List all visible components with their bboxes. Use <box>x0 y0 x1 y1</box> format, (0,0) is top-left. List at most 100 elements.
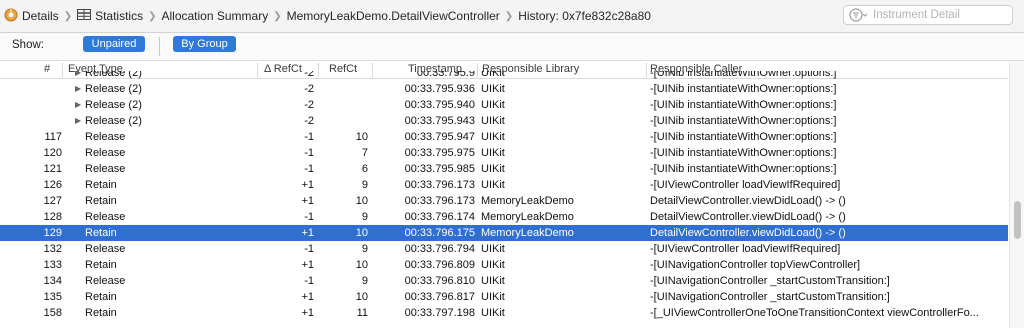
event-type-cell: Retain <box>85 227 117 239</box>
delta-refct-cell: -1 <box>304 243 314 255</box>
filter-icon[interactable] <box>849 8 867 22</box>
refct-cell: 10 <box>355 259 368 271</box>
delta-refct-cell: +1 <box>301 195 314 207</box>
responsible-caller-cell: -[UINib instantiateWithOwner:options:] <box>650 147 837 159</box>
table-grid-icon <box>77 9 92 23</box>
event-type-cell: Release <box>85 147 126 159</box>
responsible-library-cell: UIKit <box>481 259 505 271</box>
timestamp-cell: 00:33.795.975 <box>404 147 475 159</box>
refct-cell: 7 <box>361 147 368 159</box>
responsible-caller-cell: DetailViewController.viewDidLoad() -> () <box>650 195 846 207</box>
search-field[interactable] <box>843 5 1013 25</box>
responsible-caller-cell: -[_UIViewControllerOneToOneTransitionCon… <box>650 307 979 319</box>
table-row[interactable]: 120 Release -1 7 00:33.795.975 UIKit -[UINib i… <box>0 145 1008 161</box>
responsible-library-cell: UIKit <box>481 147 505 159</box>
by-group-button[interactable]: By Group <box>173 36 236 52</box>
breadcrumb-separator-icon: ❯ <box>504 10 514 22</box>
table-row[interactable]: ▶ Release (2) -2 00:33.795.943 UIKit -[UINib … <box>0 113 1008 129</box>
table-row[interactable]: ▶ Release (2) -2 00:33.795.9 UIKit -[UINib in… <box>0 71 1008 81</box>
delta-refct-cell: -1 <box>304 275 314 287</box>
vertical-scrollbar[interactable] <box>1009 61 1024 328</box>
scrollbar-thumb[interactable] <box>1014 201 1021 239</box>
table-row[interactable]: 134 Release -1 9 00:33.796.810 UIKit -[UINavig… <box>0 273 1008 289</box>
row-number-cell <box>0 71 62 81</box>
responsible-library-cell: UIKit <box>481 115 505 127</box>
responsible-library-cell: UIKit <box>481 179 505 191</box>
refct-cell <box>320 81 368 97</box>
disclosure-triangle-icon[interactable]: ▶ <box>75 71 81 81</box>
row-number-cell: 121 <box>43 163 62 175</box>
table-row[interactable]: 132 Release -1 9 00:33.796.794 UIKit -[UIViewC… <box>0 241 1008 257</box>
refct-cell: 10 <box>355 131 368 143</box>
table-row[interactable]: 133 Retain +1 10 00:33.796.809 UIKit -[UINavig… <box>0 257 1008 273</box>
timestamp-cell: 00:33.795.985 <box>404 163 475 175</box>
table-row-selected[interactable]: 129 Retain +1 10 00:33.796.175 MemoryLeakDemo… <box>0 225 1008 241</box>
responsible-library-cell: MemoryLeakDemo <box>481 227 574 239</box>
row-number-cell: 120 <box>43 147 62 159</box>
table-row[interactable]: 158 Retain +1 11 00:33.797.198 UIKit -[_UIView… <box>0 305 1008 321</box>
timestamp-cell: 00:33.797.198 <box>404 307 475 319</box>
event-type-cell: Release (2) <box>85 99 142 111</box>
table-row[interactable]: 121 Release -1 6 00:33.795.985 UIKit -[UINib i… <box>0 161 1008 177</box>
event-type-cell: Release <box>85 275 126 287</box>
event-type-cell: Release <box>85 243 126 255</box>
event-table[interactable]: ▶ Release (2) -2 00:33.795.9 UIKit -[UINib in… <box>0 71 1008 328</box>
table-row[interactable]: ▶ Release (2) -2 00:33.795.936 UIKit -[UINib … <box>0 81 1008 97</box>
breadcrumb-label: History: 0x7fe832c28a80 <box>518 9 651 23</box>
responsible-caller-cell: -[UINib instantiateWithOwner:options:] <box>650 131 837 143</box>
row-number-cell: 134 <box>43 275 62 287</box>
responsible-caller-cell: DetailViewController.viewDidLoad() -> () <box>650 211 846 223</box>
delta-refct-cell: +1 <box>301 179 314 191</box>
timestamp-cell: 00:33.796.174 <box>404 211 475 223</box>
row-number-cell: 128 <box>43 211 62 223</box>
delta-refct-cell: +1 <box>301 291 314 303</box>
delta-refct-cell: -1 <box>304 163 314 175</box>
responsible-caller-cell: -[UINavigationController _startCustomTra… <box>650 275 890 287</box>
delta-refct-cell: +1 <box>301 307 314 319</box>
table-row[interactable]: 127 Retain +1 10 00:33.796.173 MemoryLeakDemo… <box>0 193 1008 209</box>
row-number-cell: 126 <box>43 179 62 191</box>
event-type-cell: Retain <box>85 307 117 319</box>
responsible-caller-cell: -[UINib instantiateWithOwner:options:] <box>650 83 837 95</box>
breadcrumb-item[interactable]: Allocation Summary <box>161 0 268 32</box>
table-row[interactable]: 135 Retain +1 10 00:33.796.817 UIKit -[UINavig… <box>0 289 1008 305</box>
instrument-detail-search-input[interactable] <box>871 8 1005 22</box>
delta-refct-cell: -1 <box>304 131 314 143</box>
event-type-cell: Retain <box>85 195 117 207</box>
event-type-cell: Release <box>85 131 126 143</box>
delta-refct-cell: +1 <box>301 259 314 271</box>
breadcrumb-label: Statistics <box>95 9 144 23</box>
breadcrumb-separator-icon: ❯ <box>148 10 157 22</box>
breadcrumb-item[interactable]: Details <box>4 0 59 32</box>
responsible-library-cell: UIKit <box>481 291 505 303</box>
disclosure-triangle-icon[interactable]: ▶ <box>75 97 81 113</box>
refct-cell: 11 <box>356 307 368 319</box>
responsible-library-cell: UIKit <box>481 275 505 287</box>
row-number-cell <box>0 97 62 113</box>
responsible-caller-cell: -[UINib instantiateWithOwner:options:] <box>650 115 837 127</box>
row-number-cell: 129 <box>43 227 62 239</box>
breadcrumb-item[interactable]: History: 0x7fe832c28a80 <box>518 0 651 32</box>
table-row[interactable]: 117 Release -1 10 00:33.795.947 UIKit -[UINib … <box>0 129 1008 145</box>
breadcrumb-item[interactable]: Statistics <box>77 0 143 32</box>
table-row[interactable]: 126 Retain +1 9 00:33.796.173 UIKit -[UIViewCo… <box>0 177 1008 193</box>
timestamp-cell: 00:33.795.9 <box>416 71 475 79</box>
table-row[interactable]: ▶ Release (2) -2 00:33.795.940 UIKit -[UINib … <box>0 97 1008 113</box>
filter-bar: Show: Unpaired By Group <box>0 33 1024 61</box>
table-row[interactable]: 128 Release -1 9 00:33.796.174 MemoryLeakDemo… <box>0 209 1008 225</box>
row-number-cell: 133 <box>43 259 62 271</box>
show-label: Show: <box>12 39 44 51</box>
disclosure-triangle-icon[interactable]: ▶ <box>75 81 81 97</box>
responsible-caller-cell: -[UINavigationController topViewControll… <box>650 259 861 271</box>
jump-bar: Details ❯ Statistics ❯ Allocation Summary ❯ Me… <box>0 0 1024 33</box>
unpaired-button[interactable]: Unpaired <box>83 36 145 52</box>
timestamp-cell: 00:33.796.173 <box>404 179 475 191</box>
refct-cell <box>320 113 368 129</box>
breadcrumb-separator-icon: ❯ <box>273 10 282 22</box>
delta-refct-cell: -2 <box>304 99 314 111</box>
responsible-caller-cell: -[UIViewController loadViewIfRequired] <box>650 243 841 255</box>
delta-refct-cell: -2 <box>304 115 314 127</box>
disclosure-triangle-icon[interactable]: ▶ <box>75 113 81 129</box>
breadcrumb-item[interactable]: MemoryLeakDemo.DetailViewController <box>287 0 500 32</box>
responsible-caller-cell: -[UINib instantiateWithOwner:options:] <box>650 163 837 175</box>
